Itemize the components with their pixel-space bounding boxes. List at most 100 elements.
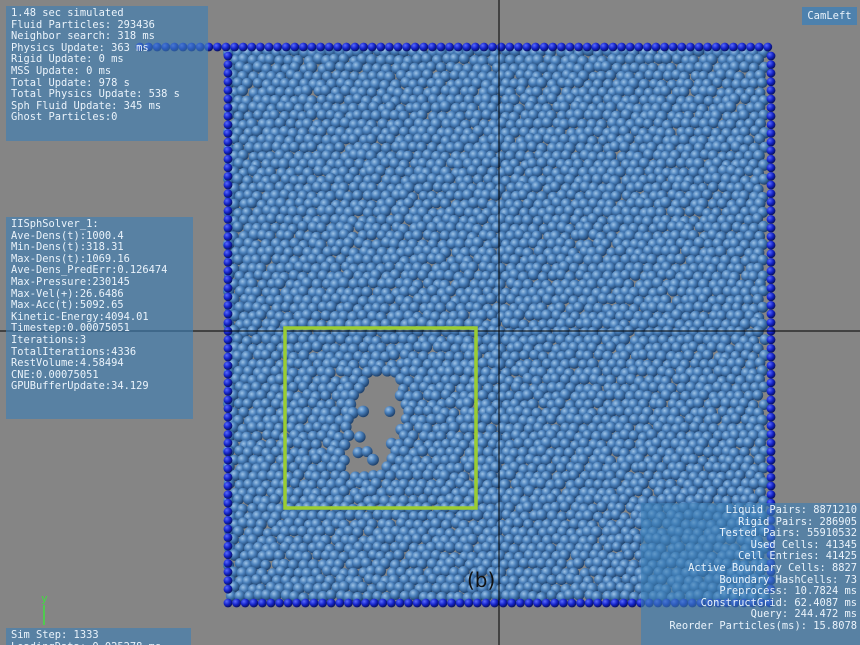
boundary-particle: [766, 180, 776, 190]
fluid-particle: [611, 541, 623, 553]
fluid-particle: [513, 517, 524, 529]
fluid-particle: [578, 373, 591, 385]
boundary-particle: [766, 223, 776, 233]
boundary-particle: [223, 120, 233, 130]
boundary-particle: [238, 42, 248, 52]
boundary-particle: [223, 51, 233, 61]
fluid-particle: [743, 294, 754, 306]
boundary-particle: [766, 473, 776, 482]
stat-line: Liquid Pairs: 8871210: [725, 504, 857, 516]
fluid-particle: [420, 341, 433, 353]
boundary-particle: [766, 421, 776, 431]
boundary-particle: [223, 146, 233, 156]
boundary-particle: [763, 42, 773, 52]
fluid-particle: [757, 77, 768, 89]
fluid-particle: [333, 93, 345, 105]
fluid-particle: [740, 93, 751, 104]
fluid-particle: [264, 53, 276, 65]
boundary-particle: [522, 42, 532, 52]
stat-line: Reorder Particles(ms): 15.8078: [669, 619, 857, 632]
stat-line: Total Physics Update: 538 s: [11, 88, 180, 101]
boundary-particle: [600, 42, 609, 52]
fluid-particle: [408, 589, 421, 601]
fluid-particle: [354, 431, 366, 443]
fluid-particle: [630, 269, 641, 281]
fluid-particle: [236, 84, 248, 97]
boundary-particle: [264, 42, 274, 52]
fluid-particle: [526, 141, 538, 153]
boundary-particle: [232, 598, 242, 608]
solver-stats-panel: IISphSolver_1: Ave-Dens(t):1000.4 Min-Dens…: [6, 217, 193, 419]
boundary-particle: [410, 42, 420, 52]
boundary-particle: [516, 598, 525, 608]
boundary-particle: [223, 516, 233, 525]
boundary-particle: [223, 232, 233, 242]
boundary-particle: [766, 378, 776, 388]
boundary-particle: [766, 94, 776, 104]
boundary-particle: [223, 473, 233, 482]
fluid-particle: [324, 61, 336, 73]
fluid-particle: [485, 292, 497, 305]
boundary-particle: [223, 361, 233, 370]
boundary-particle: [428, 42, 437, 52]
fluid-particle: [609, 141, 621, 153]
boundary-particle: [361, 598, 370, 608]
boundary-particle: [223, 137, 233, 147]
fluid-particle: [674, 253, 686, 265]
boundary-particle: [223, 86, 233, 95]
stat-line: LoadingData: 0.025278 ms: [11, 641, 186, 645]
boundary-particle: [223, 387, 233, 396]
fluid-particle: [752, 389, 764, 401]
boundary-particle: [559, 598, 568, 608]
boundary-particle: [766, 455, 776, 465]
fluid-particle: [261, 141, 274, 153]
fluid-particle: [623, 549, 635, 561]
fluid-particle: [706, 85, 718, 97]
boundary-particle: [766, 172, 776, 181]
boundary-particle: [344, 598, 353, 608]
boundary-particle: [223, 206, 233, 216]
fluid-particle: [522, 501, 534, 513]
fluid-particle: [351, 61, 364, 73]
stat-line: Iterations:3: [11, 333, 87, 346]
boundary-particle: [393, 42, 403, 52]
fluid-particle: [684, 206, 696, 217]
fluid-particle: [724, 101, 737, 113]
boundary-particle: [213, 42, 222, 52]
boundary-particle: [223, 301, 233, 310]
boundary-particle: [766, 249, 776, 259]
boundary-particle: [387, 598, 396, 608]
camera-left-button[interactable]: CamLeft: [802, 7, 857, 25]
boundary-particle: [766, 292, 776, 302]
boundary-particle: [223, 559, 233, 568]
boundary-particle: [223, 447, 233, 456]
fluid-particle: [568, 357, 580, 369]
fluid-particle: [678, 86, 690, 98]
boundary-particle: [292, 598, 302, 608]
boundary-particle: [223, 430, 233, 439]
boundary-particle: [223, 163, 233, 173]
fluid-particle: [541, 117, 554, 129]
boundary-particle: [430, 598, 439, 608]
boundary-particle: [223, 77, 233, 87]
boundary-particle: [531, 42, 540, 52]
fluid-particle: [535, 477, 547, 489]
boundary-particle: [223, 412, 233, 422]
boundary-particle: [766, 137, 776, 147]
fluid-particle: [388, 349, 400, 361]
boundary-particle: [247, 42, 257, 52]
boundary-particle: [541, 598, 551, 608]
boundary-particle: [266, 598, 276, 608]
boundary-particle: [412, 598, 422, 608]
boundary-particle: [421, 598, 431, 608]
boundary-particle: [369, 598, 379, 608]
boundary-particle: [766, 77, 776, 87]
fluid-particle: [352, 190, 364, 201]
fluid-particle: [324, 525, 336, 537]
boundary-particle: [223, 94, 233, 104]
boundary-particle: [766, 197, 776, 207]
boundary-particle: [668, 42, 678, 52]
boundary-particle: [766, 68, 776, 78]
simulation-stats-panel: 1.48 sec simulated Fluid Particles: 29343…: [6, 6, 208, 141]
boundary-particle: [766, 464, 776, 474]
